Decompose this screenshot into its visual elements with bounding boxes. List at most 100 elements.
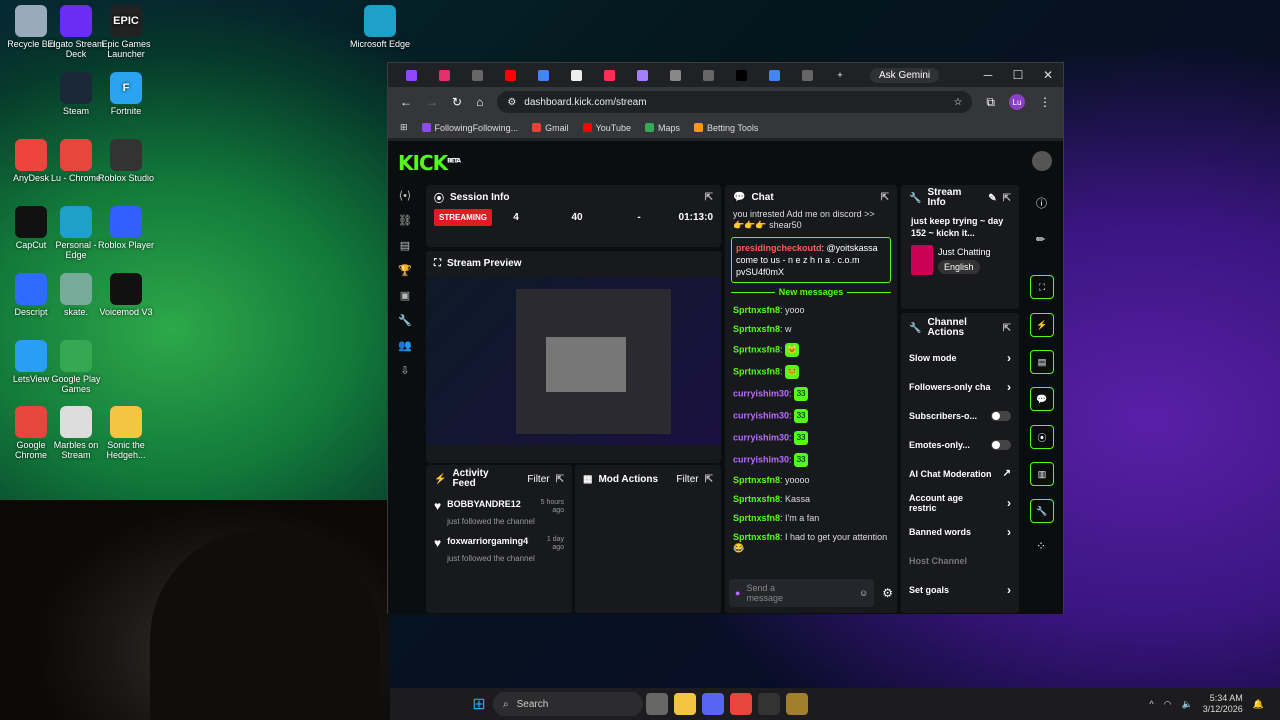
file-explorer-icon[interactable] — [674, 693, 696, 715]
desktop-icon[interactable]: Voicemod V3 — [95, 273, 157, 317]
info-icon[interactable]: ⓘ — [1036, 195, 1047, 211]
bookmark-item[interactable]: FollowingFollowing... — [422, 123, 519, 133]
browser-tab[interactable] — [396, 66, 426, 84]
stream-icon[interactable]: ⟨•⟩ — [399, 189, 411, 202]
desktop-icon[interactable]: Google Play Games — [45, 340, 107, 394]
browser-tab[interactable] — [792, 66, 822, 84]
browser-tab[interactable] — [759, 66, 789, 84]
upload-icon[interactable]: ⇩ — [400, 364, 409, 377]
emote-icon[interactable]: 🐱 — [785, 343, 800, 357]
tray-chevron-icon[interactable]: ^ — [1149, 699, 1153, 709]
toggle-switch[interactable] — [991, 439, 1011, 450]
bookmark-item[interactable]: Maps — [645, 123, 680, 133]
store-icon[interactable] — [758, 693, 780, 715]
app-icon[interactable] — [786, 693, 808, 715]
desktop-icon[interactable]: Roblox Studio — [95, 139, 157, 183]
video-icon[interactable]: ▣ — [400, 289, 410, 302]
activity-username[interactable]: BOBBYANDRE12 — [447, 499, 521, 515]
channel-action[interactable]: Followers-only cha › — [901, 372, 1019, 401]
emoji-icon[interactable]: ☺ — [859, 588, 868, 598]
channel-action[interactable]: Account age restric › — [901, 488, 1019, 517]
analytics-icon[interactable]: ▤ — [400, 239, 410, 252]
kick-logo[interactable]: KICKBETA — [398, 151, 461, 175]
chat-username[interactable]: Sprtnxsfn8 — [733, 513, 780, 523]
profile-avatar[interactable]: Lu — [1009, 94, 1025, 110]
browser-tab[interactable] — [594, 66, 624, 84]
browser-tab[interactable] — [726, 66, 756, 84]
desktop-icon[interactable]: Sonic the Hedgeh... — [95, 406, 157, 460]
taskbar-search[interactable]: ⌕ Search — [493, 692, 643, 716]
browser-tab[interactable] — [627, 66, 657, 84]
chat-username[interactable]: Sprtnxsfn8 — [733, 475, 780, 485]
ask-gemini-button[interactable]: Ask Gemini — [870, 67, 940, 83]
user-avatar[interactable] — [1032, 151, 1052, 171]
maximize-icon[interactable]: ☐ — [1003, 68, 1033, 82]
expand-icon[interactable]: ⇱ — [1003, 193, 1011, 204]
wrench-icon[interactable]: 🔧 — [398, 314, 412, 327]
edit-icon[interactable]: ✎ — [988, 193, 996, 204]
bolt-icon[interactable]: ⚡ — [1030, 313, 1054, 337]
mic-icon[interactable]: ● — [735, 588, 740, 598]
users-icon[interactable]: 👥 — [398, 339, 412, 352]
toggle-switch[interactable] — [991, 410, 1011, 421]
discord-icon[interactable] — [702, 693, 724, 715]
channel-action[interactable]: Slow mode › — [901, 343, 1019, 372]
menu-icon[interactable]: ⋮ — [1039, 95, 1051, 109]
close-icon[interactable]: ✕ — [1033, 68, 1063, 82]
bookmark-item[interactable]: YouTube — [583, 123, 631, 133]
desktop-icon[interactable]: Roblox Player — [95, 206, 157, 250]
address-bar[interactable]: ⚙ dashboard.kick.com/stream ☆ — [497, 91, 973, 113]
trophy-icon[interactable]: 🏆 — [398, 264, 412, 277]
chat-username[interactable]: presidingcheckoutd — [736, 243, 822, 253]
chat-username[interactable]: Sprtnxsfn8 — [733, 324, 780, 334]
browser-tab[interactable] — [660, 66, 690, 84]
desktop-icon[interactable]: F Fortnite — [95, 72, 157, 116]
home-icon[interactable]: ⌂ — [476, 95, 483, 109]
browser-tab[interactable] — [561, 66, 591, 84]
extensions-icon[interactable]: ⧉ — [986, 95, 995, 110]
category-name[interactable]: Just Chatting — [938, 247, 991, 257]
channel-action[interactable]: Set goals › — [901, 575, 1019, 604]
emote-icon[interactable]: 33 — [794, 387, 809, 401]
expand-icon[interactable]: ⇱ — [705, 474, 713, 485]
bookmark-item[interactable]: Betting Tools — [694, 123, 758, 133]
channel-action[interactable]: Banned words › — [901, 517, 1019, 546]
browser-tab[interactable] — [495, 66, 525, 84]
chat-input[interactable]: ● Send a message ☺ — [729, 579, 875, 607]
desktop-icon[interactable]: Microsoft Edge — [349, 5, 411, 49]
emote-icon[interactable]: 33 — [794, 431, 809, 445]
expand-icon[interactable]: ⇱ — [881, 192, 889, 203]
emote-icon[interactable]: 🐸 — [785, 365, 800, 379]
reload-icon[interactable]: ↻ — [452, 95, 462, 109]
browser-tab[interactable] — [462, 66, 492, 84]
chat-username[interactable]: curryishim30 — [733, 410, 789, 420]
activity-username[interactable]: foxwarriorgaming4 — [447, 536, 528, 552]
expand-icon[interactable]: ⇱ — [1003, 323, 1011, 334]
emote-icon[interactable]: 33 — [794, 409, 809, 423]
start-icon[interactable]: ⊞ — [468, 693, 490, 715]
emote-icon[interactable]: 33 — [794, 453, 809, 467]
chat-username[interactable]: curryishim30 — [733, 454, 789, 464]
link-icon[interactable]: ⛓ — [398, 214, 412, 227]
wrench-icon[interactable]: 🔧 — [1030, 499, 1054, 523]
expand-icon[interactable]: ⇱ — [556, 474, 564, 485]
channel-action[interactable]: Emotes-only... — [901, 430, 1019, 459]
browser-tab[interactable] — [693, 66, 723, 84]
bookmark-item[interactable]: Gmail — [532, 123, 569, 133]
browser-tab[interactable] — [429, 66, 459, 84]
filter-button[interactable]: Filter — [527, 474, 549, 485]
chat-username[interactable]: Sprtnxsfn8 — [733, 305, 780, 315]
filter-button[interactable]: Filter — [676, 474, 698, 485]
chat-username[interactable]: Sprtnxsfn8 — [733, 532, 780, 542]
bookmark-star-icon[interactable]: ☆ — [953, 97, 962, 108]
broadcast-icon[interactable]: ⦿ — [1030, 425, 1054, 449]
clock-time[interactable]: 5:34 AM — [1203, 693, 1243, 704]
chat-username[interactable]: Sprtnxsfn8 — [733, 344, 780, 354]
speaker-icon[interactable]: 🔈 — [1182, 699, 1193, 710]
stream-preview-video[interactable] — [426, 277, 721, 445]
expand-icon[interactable]: ⇱ — [705, 192, 713, 203]
clip-icon[interactable]: ⛶ — [1030, 275, 1054, 299]
pencil-icon[interactable]: ✏ — [1036, 233, 1045, 246]
network-icon[interactable]: ◠ — [1164, 699, 1172, 710]
layout-icon[interactable]: ▥ — [1030, 462, 1054, 486]
